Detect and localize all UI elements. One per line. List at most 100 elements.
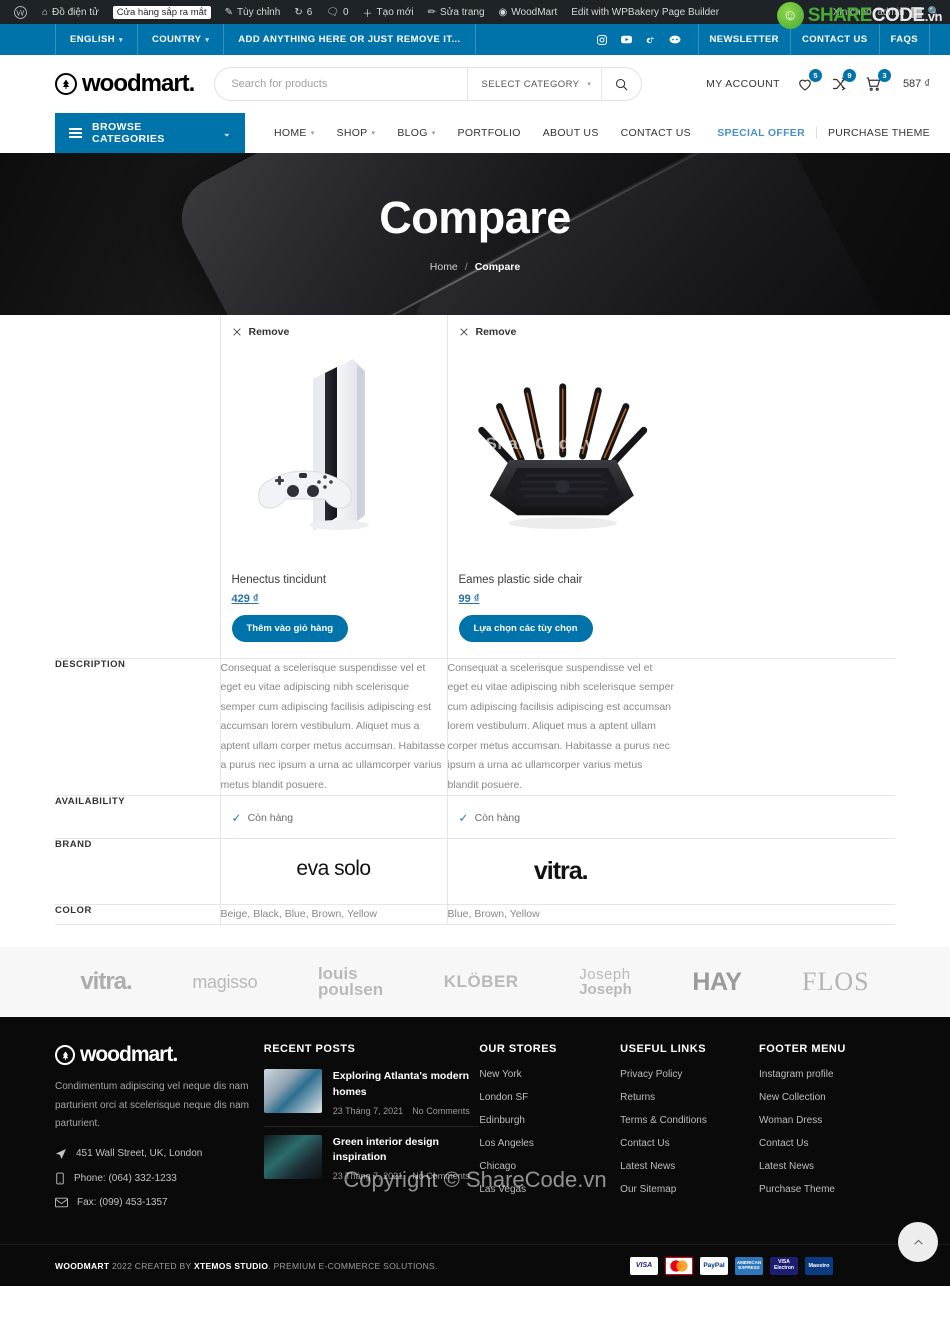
adminbar-site-name[interactable]: ⌂ Đồ điện tử xyxy=(35,0,106,24)
post-title[interactable]: Exploring Atlanta's modern homes xyxy=(333,1069,480,1099)
chevron-down-icon: ▾ xyxy=(310,130,315,137)
compare-table: Remove Henectus tincidunt 429 ₫ Thêm vào… xyxy=(55,315,895,926)
browse-categories-button[interactable]: BROWSE CATEGORIES ⌄ xyxy=(55,113,245,153)
adminbar-comments[interactable]: 🗨 0 xyxy=(319,0,355,24)
site-logo[interactable]: woodmart. xyxy=(55,70,195,98)
breadcrumb-home[interactable]: Home xyxy=(430,261,458,273)
spacer xyxy=(784,838,895,905)
product-1-availability: ✓ Còn hàng xyxy=(219,795,447,839)
product-2-color: Blue, Brown, Yellow xyxy=(446,904,674,926)
link-terms-conditions[interactable]: Terms & Conditions xyxy=(620,1115,759,1126)
store-link-edinburgh[interactable]: Edinburgh xyxy=(479,1115,620,1126)
check-icon: ✓ xyxy=(231,810,242,825)
product-1-add-to-cart-button[interactable]: Thêm vào giỏ hàng xyxy=(231,615,349,642)
cart-button[interactable]: 3 xyxy=(864,69,891,93)
product-1-description: Consequat a scelerisque suspendisse vel … xyxy=(219,658,447,796)
wishlist-button[interactable]: 5 xyxy=(796,69,822,93)
search-form: SELECT CATEGORY ▾ xyxy=(214,67,643,101)
topbar-link-newsletter[interactable]: NEWSLETTER xyxy=(697,24,790,55)
compare-row-brand: BRAND eva solo vitra. xyxy=(55,838,895,905)
product-1-title[interactable]: Henectus tincidunt xyxy=(221,568,447,586)
link-contact-us[interactable]: Contact Us xyxy=(620,1138,759,1149)
brand-logo-hay[interactable]: HAY xyxy=(692,968,742,997)
scroll-to-top-button[interactable] xyxy=(898,1222,938,1263)
adminbar-account[interactable]: Xin chào, admin 🔍 xyxy=(833,6,944,18)
main-navigation: BROWSE CATEGORIES ⌄ HOME ▾ SHOP ▾ BLOG ▾… xyxy=(0,113,950,153)
adminbar-woodmart[interactable]: ◉ WoodMart xyxy=(492,0,565,24)
nav-item-blog[interactable]: BLOG ▾ xyxy=(386,127,446,139)
remove-product-1-button[interactable]: Remove xyxy=(221,315,447,338)
nav-item-contact-us[interactable]: CONTACT US xyxy=(610,127,702,139)
post-title[interactable]: Green interior design inspiration xyxy=(333,1135,480,1165)
product-2-select-options-button[interactable]: Lựa chọn các tùy chọn xyxy=(458,615,593,642)
link-returns[interactable]: Returns xyxy=(620,1092,759,1103)
adminbar-updates[interactable]: ↻ 6 xyxy=(287,0,319,24)
product-2-title[interactable]: Eames plastic side chair xyxy=(448,568,675,586)
menu-link-instagram-profile[interactable]: Instagram profile xyxy=(759,1069,895,1080)
adminbar-coming-soon[interactable]: Cửa hàng sắp ra mắt xyxy=(106,0,218,24)
link-latest-news[interactable]: Latest News xyxy=(620,1161,759,1172)
breadcrumb-current: Compare xyxy=(474,261,521,273)
instagram-icon[interactable] xyxy=(596,34,608,46)
store-link-chicago[interactable]: Chicago xyxy=(479,1161,620,1172)
nav-item-about-us[interactable]: ABOUT US xyxy=(532,127,610,139)
link-our-sitemap[interactable]: Our Sitemap xyxy=(620,1184,759,1195)
topbar-link-faqs[interactable]: FAQS xyxy=(878,24,930,55)
youtube-icon[interactable] xyxy=(620,33,633,46)
adminbar-new[interactable]: ＋ Tạo mới xyxy=(356,0,421,24)
compare-button[interactable]: 9 xyxy=(830,69,856,93)
nav-item-home[interactable]: HOME ▾ xyxy=(263,127,326,139)
footer-logo[interactable]: woodmart. xyxy=(55,1043,264,1067)
brand-logo-vitra[interactable]: vitra. xyxy=(80,968,132,996)
brand-logo-klober[interactable]: KLÖBER xyxy=(444,972,519,992)
nav-item-portfolio[interactable]: PORTFOLIO xyxy=(447,127,532,139)
my-account-link[interactable]: MY ACCOUNT xyxy=(706,78,780,90)
menu-link-latest-news[interactable]: Latest News xyxy=(759,1161,895,1172)
plus-icon: ＋ xyxy=(362,8,373,20)
brand-logo-joseph-joseph[interactable]: Joseph Joseph xyxy=(579,967,632,997)
payment-methods: VISA PayPal AMERICAN EXPRESS VISA Electr… xyxy=(630,1256,833,1275)
discord-icon[interactable] xyxy=(668,34,682,45)
menu-link-woman-dress[interactable]: Woman Dress xyxy=(759,1115,895,1126)
topbar-promo[interactable]: ADD ANYTHING HERE OR JUST REMOVE IT... xyxy=(223,24,476,55)
language-selector[interactable]: ENGLISH ▾ xyxy=(55,24,137,55)
menu-link-contact-us[interactable]: Contact Us xyxy=(759,1138,895,1149)
store-link-london-sf[interactable]: London SF xyxy=(479,1092,620,1103)
product-2-availability: ✓ Còn hàng xyxy=(446,795,674,839)
woodmart-tree-icon xyxy=(55,73,77,95)
adminbar-wpbakery[interactable]: Edit with WPBakery Page Builder xyxy=(564,0,726,24)
nav-item-shop[interactable]: SHOP ▾ xyxy=(326,127,387,139)
brand-logo-magisso[interactable]: magisso xyxy=(192,972,257,993)
nav-special-offer[interactable]: SPECIAL OFFER xyxy=(717,127,816,139)
spacer xyxy=(674,795,785,839)
store-link-las-vegas[interactable]: Las Vegas xyxy=(479,1184,620,1195)
remove-product-2-button[interactable]: Remove xyxy=(448,315,675,338)
tiktok-icon[interactable] xyxy=(645,34,656,46)
menu-link-new-collection[interactable]: New Collection xyxy=(759,1092,895,1103)
topbar-link-contact-us[interactable]: CONTACT US xyxy=(789,24,879,55)
copyright-mid: 2022 CREATED BY xyxy=(109,1260,194,1271)
search-submit-button[interactable] xyxy=(601,68,641,100)
country-selector[interactable]: COUNTRY ▾ xyxy=(136,24,223,55)
store-link-new-york[interactable]: New York xyxy=(479,1069,620,1080)
adminbar-edit-page[interactable]: ✏ Sửa trang xyxy=(421,0,492,24)
store-link-los-angeles[interactable]: Los Angeles xyxy=(479,1138,620,1149)
product-2-brand: vitra. xyxy=(446,838,674,905)
search-input[interactable] xyxy=(215,78,467,90)
wifi-router-image[interactable]: ShareCode.vn xyxy=(448,338,675,568)
menu-link-purchase-theme[interactable]: Purchase Theme xyxy=(759,1184,895,1195)
adminbar-customize[interactable]: ✎ Tùy chỉnh xyxy=(218,0,288,24)
link-privacy-policy[interactable]: Privacy Policy xyxy=(620,1069,759,1080)
brand-logo-louis-poulsen[interactable]: louis poulsen xyxy=(318,965,383,998)
search-category-select[interactable]: SELECT CATEGORY ▾ xyxy=(466,68,602,100)
footer-useful-links-column: USEFUL LINKS Privacy Policy Returns Term… xyxy=(620,1043,759,1220)
compare-products-row: Remove Henectus tincidunt 429 ₫ Thêm vào… xyxy=(55,315,895,659)
wordpress-icon[interactable] xyxy=(6,0,35,24)
footer-fax: Fax: (099) 453-1357 xyxy=(55,1197,264,1208)
brand-logo-flos[interactable]: FLOS xyxy=(802,967,870,997)
search-icon[interactable]: 🔍 xyxy=(928,7,940,18)
nav-purchase-theme[interactable]: PURCHASE THEME xyxy=(815,127,930,139)
footer-post-item[interactable]: Green interior design inspiration 23 Thá… xyxy=(263,1134,480,1191)
footer-post-item[interactable]: Exploring Atlanta's modern homes 23 Thán… xyxy=(263,1069,480,1127)
playstation-console-image[interactable] xyxy=(221,338,447,568)
